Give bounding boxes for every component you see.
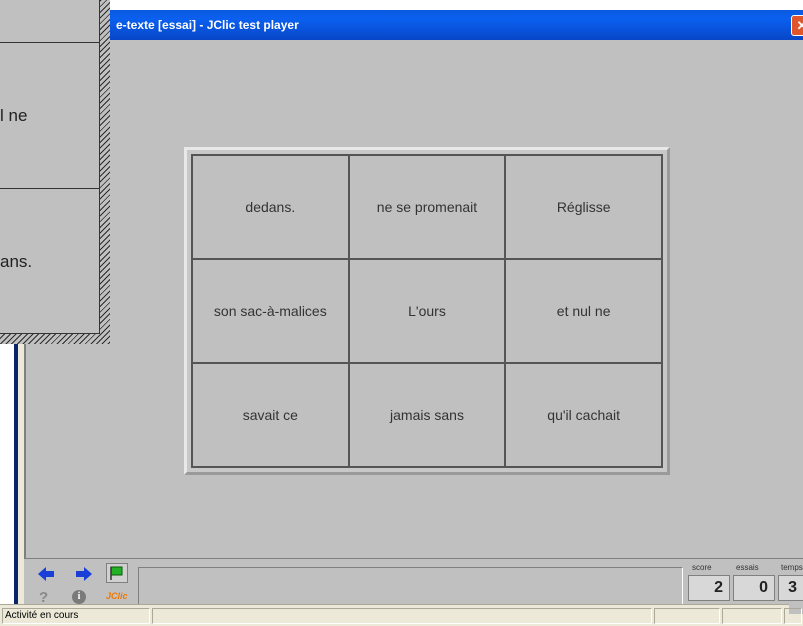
sound-icon[interactable] [784, 608, 802, 624]
dragged-piece[interactable]: l ne ans. [0, 0, 100, 334]
activity-area: dedans. ne se promenait Réglisse son sac… [24, 40, 803, 558]
puzzle-cell[interactable]: dedans. [192, 155, 349, 259]
window-frame: e-texte [essai] - JClic test player ✕ de… [18, 10, 803, 626]
info-icon[interactable]: i [72, 590, 86, 604]
temps-counter: 3 [778, 575, 803, 601]
puzzle-cell[interactable]: et nul ne [505, 259, 662, 363]
previous-arrow-icon[interactable] [38, 567, 56, 581]
dragged-piece-cell: ans. [0, 251, 33, 271]
puzzle-grid: dedans. ne se promenait Réglisse son sac… [191, 154, 663, 468]
jclic-window: e-texte [essai] - JClic test player ✕ de… [14, 10, 803, 626]
flag-icon [110, 566, 123, 580]
puzzle-cell[interactable]: Réglisse [505, 155, 662, 259]
puzzle-cell[interactable]: L'ours [348, 259, 506, 363]
score-counter: 2 [688, 575, 730, 601]
next-arrow-icon[interactable] [74, 567, 92, 581]
temps-label: temps [781, 563, 803, 572]
puzzle-cell[interactable]: jamais sans [348, 363, 506, 467]
status-text: Activité en cours [2, 608, 150, 624]
status-segment [654, 608, 720, 624]
restart-button[interactable] [106, 563, 128, 583]
dragged-piece-cell: l ne [0, 43, 100, 189]
status-segment [152, 608, 652, 624]
puzzle-cell[interactable]: ne se promenait [348, 155, 506, 259]
puzzle-frame: dedans. ne se promenait Réglisse son sac… [184, 147, 670, 475]
status-segment [722, 608, 782, 624]
message-box [138, 567, 683, 607]
puzzle-cell[interactable]: qu'il cachait [505, 363, 662, 467]
dragged-piece-cell [0, 0, 100, 43]
status-bar: Activité en cours [0, 604, 802, 626]
dragged-piece-panel: l ne ans. [0, 0, 110, 344]
essais-label: essais [736, 563, 759, 572]
puzzle-cell[interactable]: son sac-à-malices [192, 259, 349, 363]
jclic-logo[interactable]: JClic [106, 591, 128, 601]
puzzle-cell[interactable]: savait ce [192, 363, 349, 467]
screen: e-texte [essai] - JClic test player ✕ de… [0, 0, 803, 626]
title-bar[interactable]: e-texte [essai] - JClic test player ✕ [18, 10, 803, 40]
close-button[interactable]: ✕ [791, 15, 803, 36]
window-title: e-texte [essai] - JClic test player [116, 18, 299, 32]
essais-counter: 0 [733, 575, 775, 601]
score-label: score [692, 563, 712, 572]
